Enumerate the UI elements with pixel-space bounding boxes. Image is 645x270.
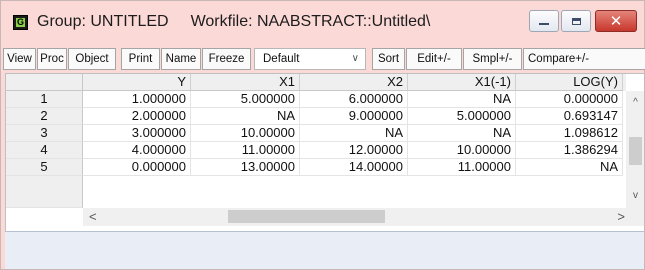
data-cell[interactable]: 4.000000 (83, 142, 191, 159)
group-app-icon: G (13, 15, 28, 30)
data-cell[interactable]: 5.000000 (408, 108, 516, 125)
row-label[interactable]: 2 (6, 108, 83, 125)
group-title: Group: UNTITLED (37, 13, 169, 30)
row-label-empty (6, 176, 83, 208)
chevron-down-icon: ∨ (351, 53, 359, 64)
proc-button[interactable]: Proc (37, 48, 67, 70)
column-header-x2[interactable]: X2 (300, 74, 408, 91)
table-row: 3 3.000000 10.00000 NA NA 1.098612 (6, 125, 626, 142)
data-cell[interactable]: NA (408, 125, 516, 142)
maximize-button[interactable] (561, 10, 591, 32)
vertical-scroll-thumb[interactable] (629, 137, 642, 165)
data-cell[interactable]: 14.00000 (300, 159, 408, 176)
scroll-down-icon[interactable]: v (626, 190, 644, 201)
display-select-value: Default (263, 53, 300, 65)
data-cell[interactable]: 3.000000 (83, 125, 191, 142)
column-header-y[interactable]: Y (83, 74, 191, 91)
scroll-up-icon[interactable]: ^ (626, 97, 644, 108)
table-row: 4 4.000000 11.00000 12.00000 10.00000 1.… (6, 142, 626, 159)
maximize-icon (571, 17, 581, 25)
column-header-x1-lag[interactable]: X1(-1) (408, 74, 516, 91)
empty-row-area (6, 176, 626, 208)
app-icon-letter: G (16, 17, 25, 27)
group-window: G Group: UNTITLED Workfile: NAABSTRACT::U… (0, 0, 645, 270)
title-bar[interactable]: G Group: UNTITLED Workfile: NAABSTRACT::U… (1, 1, 644, 45)
data-cell[interactable]: NA (408, 91, 516, 108)
data-cell[interactable]: 11.00000 (408, 159, 516, 176)
data-cell[interactable]: 10.00000 (191, 125, 300, 142)
workfile-title: Workfile: NAABSTRACT::Untitled\ (190, 13, 431, 30)
group-toolbar: View Proc Object Print Name Freeze Defau… (3, 48, 645, 70)
data-cell[interactable]: 0.000000 (516, 91, 623, 108)
horizontal-scroll-thumb[interactable] (228, 210, 385, 223)
view-button[interactable]: View (3, 48, 36, 70)
data-cell[interactable]: 0.693147 (516, 108, 623, 125)
scroll-left-icon[interactable]: < (89, 209, 97, 224)
data-cell[interactable]: 1.000000 (83, 91, 191, 108)
column-header-row: Y X1 X2 X1(-1) LOG(Y) (6, 74, 626, 91)
scroll-right-icon[interactable]: > (617, 209, 625, 224)
table-row: 1 1.000000 5.000000 6.000000 NA 0.000000 (6, 91, 626, 108)
compare-toggle-button[interactable]: Compare+/- (523, 48, 645, 70)
data-cell[interactable]: 11.00000 (191, 142, 300, 159)
close-button[interactable]: ✕ (595, 10, 637, 32)
smpl-toggle-button[interactable]: Smpl+/- (463, 48, 522, 70)
data-cell[interactable]: 1.386294 (516, 142, 623, 159)
status-bar (5, 231, 644, 269)
print-button[interactable]: Print (121, 48, 160, 70)
data-cell[interactable]: NA (516, 159, 623, 176)
name-button[interactable]: Name (161, 48, 201, 70)
display-select[interactable]: Default ∨ (254, 48, 366, 70)
row-label[interactable]: 1 (6, 91, 83, 108)
data-cell[interactable]: 12.00000 (300, 142, 408, 159)
column-header-log-y[interactable]: LOG(Y) (516, 74, 623, 91)
data-cell[interactable]: 1.098612 (516, 125, 623, 142)
data-cell[interactable]: 5.000000 (191, 91, 300, 108)
data-cell[interactable]: 6.000000 (300, 91, 408, 108)
row-label[interactable]: 3 (6, 125, 83, 142)
window-title: Group: UNTITLED Workfile: NAABSTRACT::Unt… (37, 13, 430, 31)
table-row: 2 2.000000 NA 9.000000 5.000000 0.693147 (6, 108, 626, 125)
freeze-button[interactable]: Freeze (202, 48, 251, 70)
data-cell[interactable]: 0.000000 (83, 159, 191, 176)
sort-button[interactable]: Sort (372, 48, 405, 70)
table-row: 5 0.000000 13.00000 14.00000 11.00000 NA (6, 159, 626, 176)
close-icon: ✕ (609, 11, 623, 30)
data-cell[interactable]: 9.000000 (300, 108, 408, 125)
spreadsheet: Y X1 X2 X1(-1) LOG(Y) 1 1.000000 5.00000… (5, 73, 644, 231)
row-label[interactable]: 4 (6, 142, 83, 159)
column-header-x1[interactable]: X1 (191, 74, 300, 91)
data-cell[interactable]: NA (191, 108, 300, 125)
data-cell[interactable]: NA (300, 125, 408, 142)
data-cell[interactable]: 2.000000 (83, 108, 191, 125)
object-button[interactable]: Object (68, 48, 116, 70)
minimize-icon (539, 23, 549, 25)
horizontal-scrollbar[interactable]: < > (83, 208, 644, 226)
edit-toggle-button[interactable]: Edit+/- (406, 48, 462, 70)
data-cell[interactable]: 10.00000 (408, 142, 516, 159)
header-filler (623, 74, 626, 91)
row-label[interactable]: 5 (6, 159, 83, 176)
data-cell[interactable]: 13.00000 (191, 159, 300, 176)
corner-cell[interactable] (6, 74, 83, 91)
vertical-scrollbar[interactable]: ^ v (626, 91, 644, 208)
minimize-button[interactable] (529, 10, 559, 32)
